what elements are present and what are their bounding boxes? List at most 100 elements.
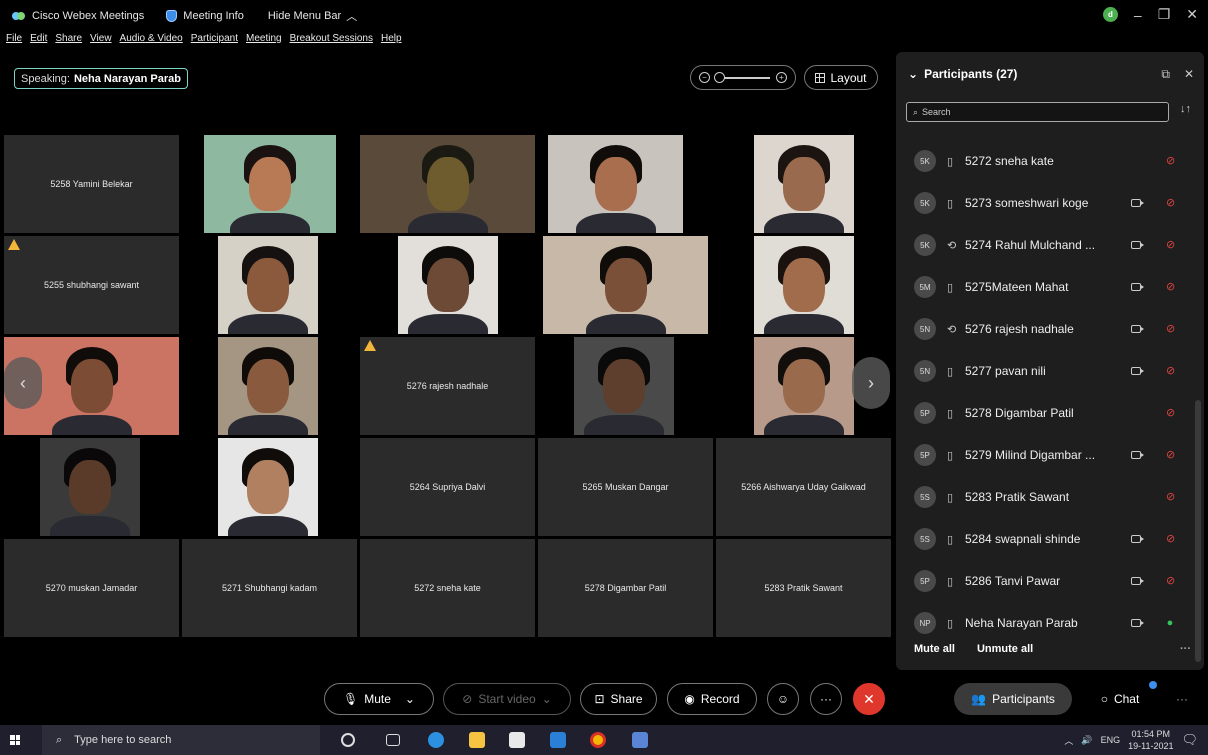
participant-name-tile[interactable]: 5283 Pratik Sawant: [716, 539, 891, 637]
participant-row[interactable]: 5S ▯ 5284 swapnali shinde ⊘: [896, 518, 1192, 560]
menu-item-help[interactable]: Help: [381, 33, 402, 51]
participant-row[interactable]: 5P ▯ 5278 Digambar Patil ⊘: [896, 392, 1192, 434]
video-tile[interactable]: [4, 438, 179, 536]
chevron-up-tray-icon[interactable]: ︿: [1064, 734, 1073, 747]
video-tile[interactable]: [360, 236, 535, 334]
webex-taskbar-icon[interactable]: [632, 732, 648, 748]
mic-muted-icon[interactable]: ⊘: [1166, 239, 1175, 251]
participant-search-input[interactable]: ⌕ Search: [906, 102, 1169, 122]
video-tile[interactable]: [538, 337, 713, 435]
video-tile[interactable]: [716, 236, 891, 334]
participant-name-tile[interactable]: 5278 Digambar Patil: [538, 539, 713, 637]
menu-item-view[interactable]: View: [90, 33, 112, 51]
collapse-chevron-icon[interactable]: ⌄: [908, 67, 918, 81]
participant-name-tile[interactable]: 5264 Supriya Dalvi: [360, 438, 535, 536]
minimize-icon[interactable]: –: [1134, 7, 1142, 23]
video-tile[interactable]: [182, 438, 357, 536]
participant-scrollbar[interactable]: [1195, 148, 1201, 668]
task-view-icon[interactable]: [386, 734, 400, 746]
hide-menu-bar-button[interactable]: Hide Menu Bar ︿: [268, 8, 357, 24]
cortana-icon[interactable]: [341, 733, 355, 747]
participant-row[interactable]: 5S ▯ 5283 Pratik Sawant ⊘: [896, 476, 1192, 518]
start-video-button[interactable]: ⊘ Start video ⌄: [443, 683, 571, 715]
participant-row[interactable]: 5P ▯ 5279 Milind Digambar ... ⊘: [896, 434, 1192, 476]
video-tile[interactable]: [538, 135, 713, 233]
zoom-handle[interactable]: [714, 71, 725, 83]
user-avatar[interactable]: d: [1102, 7, 1118, 22]
participant-name-tile[interactable]: 5265 Muskan Dangar: [538, 438, 713, 536]
close-icon[interactable]: ✕: [1186, 6, 1198, 23]
mic-muted-icon[interactable]: ⊘: [1166, 575, 1175, 587]
file-explorer-icon[interactable]: [469, 732, 485, 748]
scrollbar-thumb[interactable]: [1195, 400, 1201, 662]
mute-button[interactable]: 🎙 Mute ⌄: [324, 683, 434, 715]
close-panel-icon[interactable]: ✕: [1184, 67, 1194, 82]
participant-name-tile[interactable]: 5270 muskan Jamadar: [4, 539, 179, 637]
leave-meeting-button[interactable]: ✕: [853, 683, 885, 715]
language-indicator[interactable]: ENG: [1101, 735, 1121, 745]
menu-item-file[interactable]: File: [6, 33, 22, 51]
participant-row[interactable]: 5M ▯ 5275Mateen Mahat ⊘: [896, 266, 1192, 308]
participant-row[interactable]: 5K ▯ 5272 sneha kate ⊘: [896, 140, 1192, 182]
more-options-icon[interactable]: ···: [1180, 643, 1191, 655]
participant-name-tile[interactable]: 5271 Shubhangi kadam: [182, 539, 357, 637]
mute-options-chevron-icon[interactable]: ⌄: [405, 692, 415, 706]
mic-muted-icon[interactable]: ⊘: [1166, 491, 1175, 503]
share-button[interactable]: ⊡ Share: [580, 683, 657, 715]
popout-icon[interactable]: ⧉: [1161, 67, 1170, 82]
mic-muted-icon[interactable]: ⊘: [1166, 281, 1175, 293]
zoom-slider[interactable]: − +: [690, 65, 796, 90]
notifications-icon[interactable]: 🗨: [1181, 732, 1198, 748]
zoom-track[interactable]: [714, 71, 770, 83]
more-button[interactable]: ···: [810, 683, 842, 715]
menu-item-meeting[interactable]: Meeting: [246, 33, 282, 51]
taskbar-search-input[interactable]: ⌕ Type here to search: [42, 725, 320, 755]
mute-all-button[interactable]: Mute all: [914, 643, 955, 655]
reactions-button[interactable]: ☺: [767, 683, 799, 715]
participant-name-tile[interactable]: 5258 Yamini Belekar: [4, 135, 179, 233]
participant-name-tile[interactable]: 5276 rajesh nadhale: [360, 337, 535, 435]
previous-page-button[interactable]: ‹: [4, 357, 42, 409]
menu-item-edit[interactable]: Edit: [30, 33, 47, 51]
menu-item-participant[interactable]: Participant: [191, 33, 238, 51]
meeting-info-button[interactable]: Meeting Info: [166, 10, 244, 22]
zoom-out-icon[interactable]: −: [699, 72, 710, 83]
video-options-chevron-icon[interactable]: ⌄: [542, 692, 552, 706]
windows-start-icon[interactable]: [10, 735, 20, 745]
clock[interactable]: 01:54 PM 19-11-2021: [1128, 728, 1173, 752]
mic-muted-icon[interactable]: ⊘: [1166, 449, 1175, 461]
edge-browser-icon[interactable]: [428, 732, 444, 748]
restore-icon[interactable]: ❐: [1158, 6, 1171, 23]
record-button[interactable]: ◉ Record: [667, 683, 757, 715]
participant-row[interactable]: 5P ▯ 5286 Tanvi Pawar ⊘: [896, 560, 1192, 602]
sort-icon[interactable]: ↓↑: [1180, 103, 1191, 115]
layout-button[interactable]: Layout: [804, 65, 878, 90]
video-tile[interactable]: [182, 337, 357, 435]
mic-muted-icon[interactable]: ⊘: [1166, 407, 1175, 419]
store-icon[interactable]: [509, 732, 525, 748]
next-page-button[interactable]: ›: [852, 357, 890, 409]
menu-item-audio-video[interactable]: Audio & Video: [120, 33, 183, 51]
mic-muted-icon[interactable]: ⊘: [1166, 365, 1175, 377]
participant-row[interactable]: NP ▯ Neha Narayan Parab ●: [896, 602, 1192, 644]
menu-item-breakout-sessions[interactable]: Breakout Sessions: [290, 33, 373, 51]
mic-muted-icon[interactable]: ⊘: [1166, 533, 1175, 545]
mic-muted-icon[interactable]: ⊘: [1166, 323, 1175, 335]
video-tile[interactable]: [360, 135, 535, 233]
volume-icon[interactable]: 🔊: [1081, 735, 1092, 746]
participant-name-tile[interactable]: 5255 shubhangi sawant: [4, 236, 179, 334]
participant-row[interactable]: 5N ⟲ 5276 rajesh nadhale ⊘: [896, 308, 1192, 350]
video-tile[interactable]: [182, 236, 357, 334]
participant-row[interactable]: 5K ▯ 5273 someshwari koge ⊘: [896, 182, 1192, 224]
mic-muted-icon[interactable]: ⊘: [1166, 197, 1175, 209]
mic-muted-icon[interactable]: ⊘: [1166, 155, 1175, 167]
participant-name-tile[interactable]: 5272 sneha kate: [360, 539, 535, 637]
participant-row[interactable]: 5K ⟲ 5274 Rahul Mulchand ... ⊘: [896, 224, 1192, 266]
participant-row[interactable]: 5N ▯ 5277 pavan nili ⊘: [896, 350, 1192, 392]
video-tile[interactable]: [538, 236, 713, 334]
mic-on-icon[interactable]: ●: [1166, 617, 1174, 629]
menu-item-share[interactable]: Share: [55, 33, 82, 51]
mail-icon[interactable]: [550, 732, 566, 748]
chrome-icon[interactable]: [590, 732, 606, 748]
unmute-all-button[interactable]: Unmute all: [977, 643, 1033, 655]
